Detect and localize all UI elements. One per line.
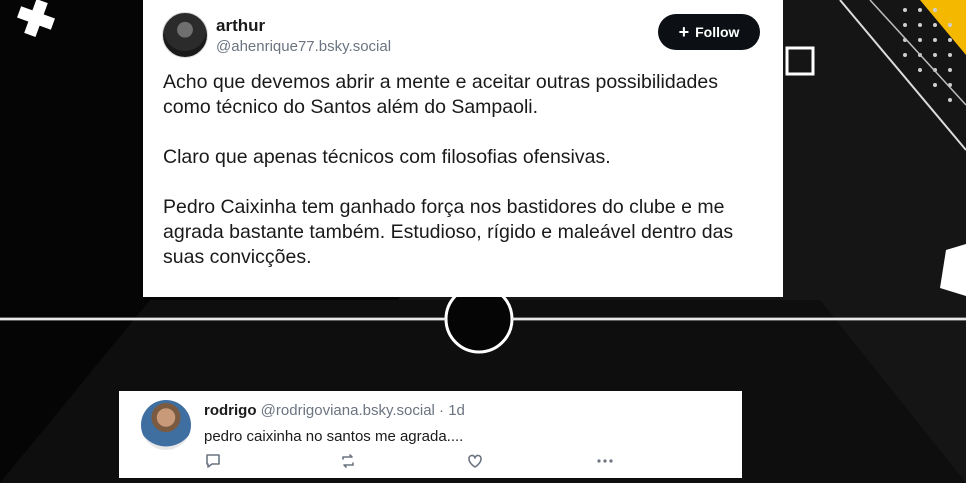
reply-author-avatar[interactable]: [141, 400, 191, 450]
post-text: Acho que devemos abrir a mente e aceitar…: [163, 70, 763, 295]
reply-text: pedro caixinha no santos me agrada....: [204, 428, 464, 445]
more-icon[interactable]: [596, 452, 614, 476]
plus-icon: +: [678, 22, 690, 42]
reply-author-handle[interactable]: @rodrigoviana.bsky.social: [261, 402, 435, 419]
reply-actions: [204, 452, 624, 472]
post-paragraph: Pedro Caixinha tem ganhado força nos bas…: [163, 196, 734, 268]
post-paragraph: Claro que apenas técnicos com filosofias…: [163, 146, 611, 168]
author-avatar[interactable]: [162, 12, 208, 58]
author-name[interactable]: arthur: [216, 16, 265, 36]
post-paragraph: Acho que devemos abrir a mente e aceitar…: [163, 71, 718, 118]
reply-separator: ·: [439, 402, 445, 419]
author-handle[interactable]: @ahenrique77.bsky.social: [216, 38, 391, 55]
repost-icon[interactable]: [339, 452, 357, 476]
follow-label: Follow: [695, 24, 740, 40]
reply-author-name[interactable]: rodrigo: [204, 402, 257, 419]
post-card: arthur @ahenrique77.bsky.social + Follow…: [143, 0, 783, 297]
follow-button[interactable]: + Follow: [658, 14, 760, 50]
comment-icon[interactable]: [204, 452, 222, 476]
reply-card[interactable]: rodrigo @rodrigoviana.bsky.social · 1d p…: [119, 391, 742, 478]
reply-time[interactable]: 1d: [448, 402, 465, 419]
heart-icon[interactable]: [466, 452, 484, 476]
reply-header: rodrigo @rodrigoviana.bsky.social · 1d: [204, 402, 465, 419]
